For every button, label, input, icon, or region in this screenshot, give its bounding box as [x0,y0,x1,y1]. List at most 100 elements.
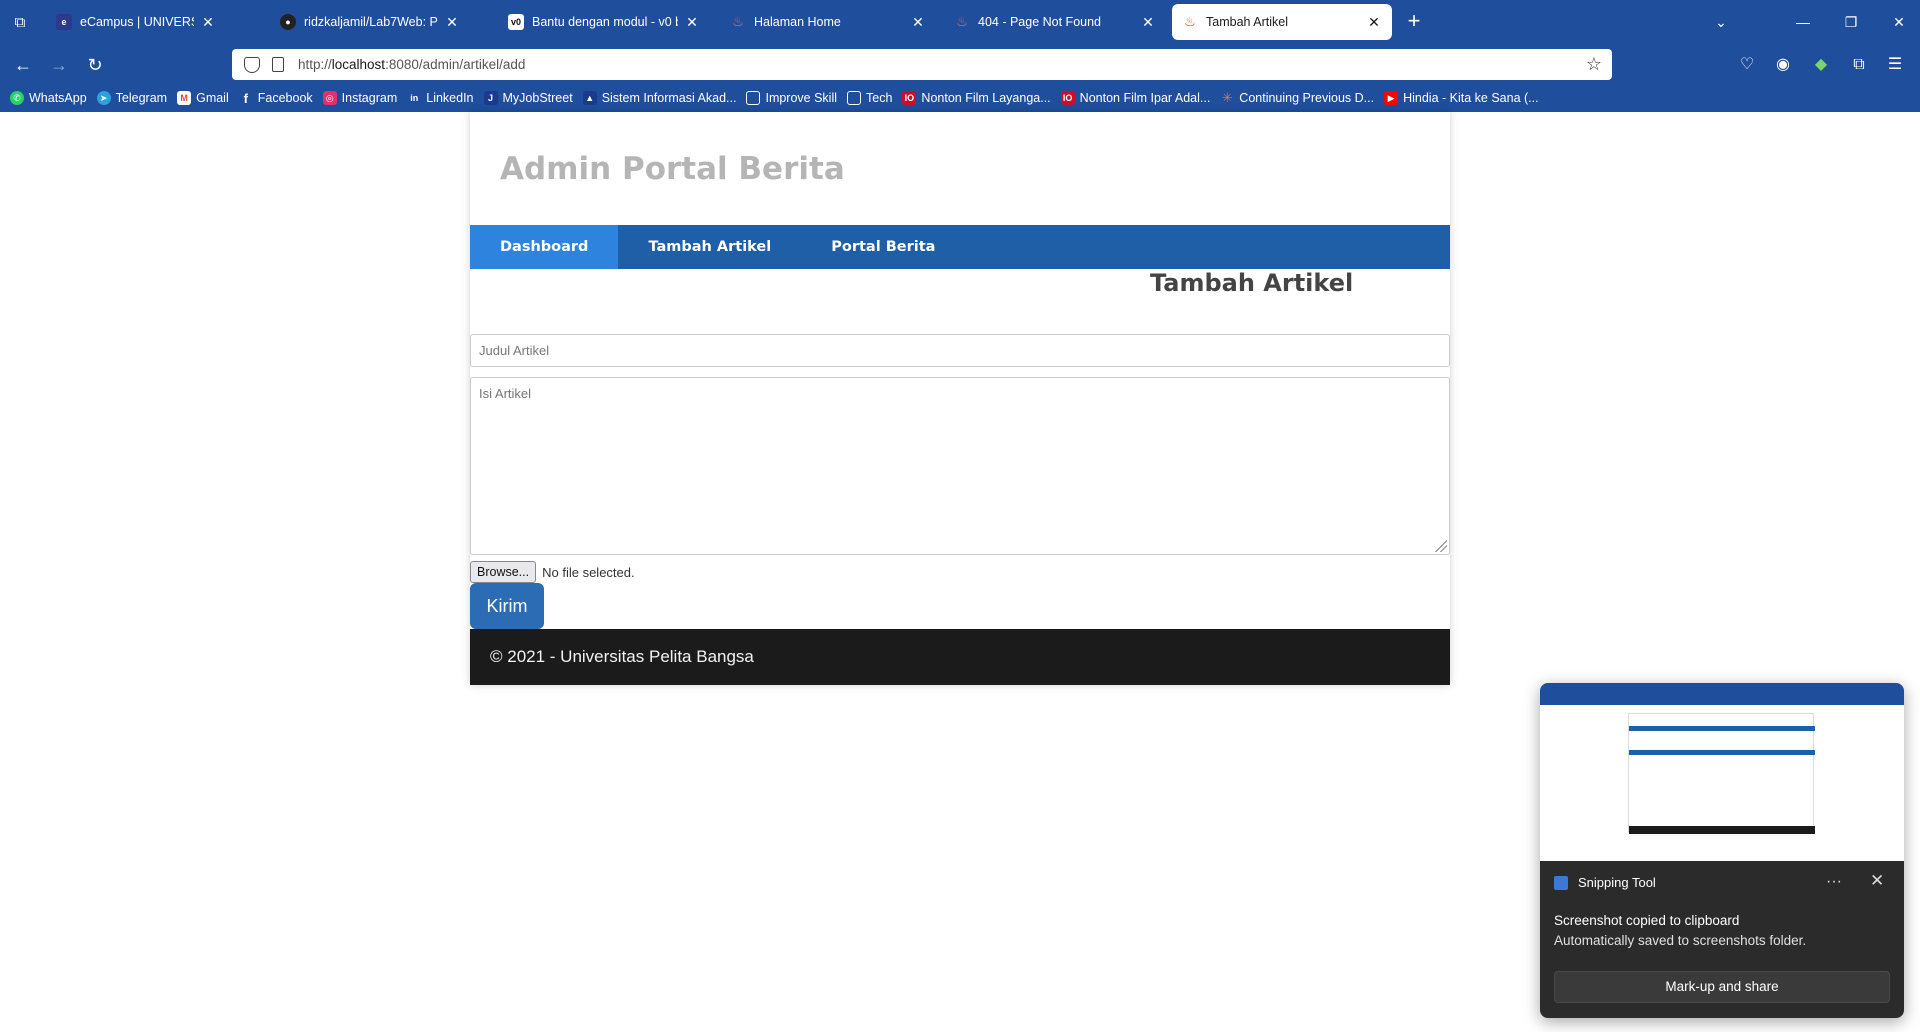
extension-globe-icon[interactable]: ◆ [1810,54,1832,76]
tab-tambah-artikel[interactable]: ♨ Tambah Artikel ✕ [1172,4,1392,40]
new-tab-button[interactable]: + [1402,10,1426,34]
minimize-icon[interactable]: — [1788,10,1818,34]
more-options-icon[interactable]: ··· [1826,873,1842,891]
bookmark-label: MyJobStreet [502,91,573,105]
bookmark-telegram[interactable]: ➤ Telegram [96,91,168,105]
bookmark-film-layangan[interactable]: IO Nonton Film Layanga... [902,91,1051,105]
menu-icon[interactable]: ☰ [1884,54,1906,76]
account-icon[interactable]: ◉ [1772,54,1794,76]
bookmark-hindia[interactable]: ▶ Hindia - Kita ke Sana (... [1384,91,1539,105]
navigation-bar: ← → ↻ http://localhost:8080/admin/artike… [0,44,1920,84]
bookmarks-bar: ✆ WhatsApp ➤ Telegram M Gmail f Facebook ◎ In… [0,84,1920,112]
extensions-icon[interactable]: ⧉ [1848,54,1870,76]
bookmark-label: Telegram [115,91,168,105]
forward-arrow-icon[interactable]: → [46,52,72,78]
nav-tambah-artikel[interactable]: Tambah Artikel [618,225,801,269]
close-tab-icon[interactable]: ✕ [200,14,216,31]
toast-app-name: Snipping Tool [1578,875,1656,890]
folder-icon [746,91,761,105]
tab-ecampus[interactable]: e eCampus | UNIVERSITAS PELITA BANGSA ✕ [46,4,226,40]
tab-bar: ⧉ e eCampus | UNIVERSITAS PELITA BANGSA … [0,0,1920,44]
url-path: :8080/admin/artikel/add [385,57,526,72]
resize-handle-icon[interactable] [1435,540,1447,552]
bookmark-film-ipar[interactable]: IO Nonton Film Ipar Adal... [1060,91,1211,105]
shield-icon [244,56,260,73]
tab-title: eCampus | UNIVERSITAS PELITA BANGSA [80,15,194,29]
thumbnail-chrome [1540,683,1904,705]
bookmark-linkedin[interactable]: in LinkedIn [407,91,473,105]
tab-github[interactable]: ● ridzkaljamil/Lab7Web: Praktikum ✕ [270,4,470,40]
close-icon[interactable]: ✕ [1870,871,1884,891]
bookmark-label: Nonton Film Layanga... [921,91,1051,105]
tab-title: Bantu dengan modul - v0 by Vercel [532,15,678,29]
bookmark-label: Hindia - Kita ke Sana (... [1403,91,1539,105]
linkedin-icon: in [410,93,419,103]
site-title: Admin Portal Berita [500,151,845,187]
site-footer: © 2021 - Universitas Pelita Bangsa [470,629,1450,685]
codeigniter-icon: ♨ [732,14,744,29]
bookmark-label: Facebook [257,91,313,105]
close-tab-icon[interactable]: ✕ [1366,14,1382,31]
film-icon: IO [1060,91,1075,105]
tab-title: 404 - Page Not Found [978,15,1101,29]
tab-v0[interactable]: v0 Bantu dengan modul - v0 by Vercel ✕ [498,4,710,40]
article-body-textarea[interactable]: Isi Artikel [470,377,1450,555]
tab-404[interactable]: ♨ 404 - Page Not Found ✕ [944,4,1166,40]
codeigniter-icon: ♨ [1184,14,1196,29]
url-host: localhost [331,57,386,72]
snipping-tool-notification[interactable]: Snipping Tool ··· ✕ Screenshot copied to… [1540,683,1904,1018]
bookmark-facebook[interactable]: f Facebook [239,91,313,106]
bookmark-label: Instagram [341,91,398,105]
close-window-icon[interactable]: ✕ [1884,10,1914,34]
toast-header: Snipping Tool [1554,875,1656,890]
telegram-icon: ➤ [96,91,111,105]
bookmark-gmail[interactable]: M Gmail [177,91,229,105]
bookmark-folder-improve-skill[interactable]: Improve Skill [746,91,837,105]
whatsapp-icon: ✆ [10,91,24,105]
back-arrow-icon[interactable]: ← [10,52,36,78]
article-title-input[interactable]: Judul Artikel [470,334,1450,367]
close-tab-icon[interactable]: ✕ [444,14,460,31]
file-status: No file selected. [542,564,635,580]
bookmark-jobstreet[interactable]: J MyJobStreet [483,91,573,105]
bookmark-instagram[interactable]: ◎ Instagram [322,91,398,105]
bookmark-continuing[interactable]: ✳ Continuing Previous D... [1220,90,1374,105]
bookmark-label: Improve Skill [765,91,838,105]
v0-icon: v0 [508,14,524,30]
bookmark-sistem-informasi[interactable]: ▲ Sistem Informasi Akad... [582,91,736,105]
nav-dashboard[interactable]: Dashboard [470,225,619,269]
bookmark-label: LinkedIn [426,91,474,105]
bookmark-whatsapp[interactable]: ✆ WhatsApp [10,91,87,105]
campus-icon: ▲ [582,91,597,105]
file-input: Browse... No file selected. [470,561,635,583]
film-icon: IO [902,91,917,105]
url-bar[interactable]: http://localhost:8080/admin/artikel/add … [232,49,1612,80]
browse-button[interactable]: Browse... [470,561,537,583]
bookmark-label: Tech [866,91,893,105]
nav-portal-berita[interactable]: Portal Berita [801,225,965,269]
tab-list-icon[interactable]: ⧉ [8,10,32,34]
pocket-icon[interactable]: ♡ [1736,54,1758,76]
bookmark-label: WhatsApp [29,91,87,105]
reload-icon[interactable]: ↻ [82,52,108,78]
close-tab-icon[interactable]: ✕ [910,14,926,31]
bookmark-label: Nonton Film Ipar Adal... [1079,91,1211,105]
snipping-tool-icon [1554,875,1568,890]
close-tab-icon[interactable]: ✕ [1140,14,1156,31]
bookmark-folder-tech[interactable]: Tech [847,91,892,105]
toast-title: Screenshot copied to clipboard [1554,913,1740,928]
screenshot-thumbnail[interactable] [1540,683,1904,861]
bookmark-star-icon[interactable]: ☆ [1586,54,1602,75]
thumbnail-nav-secondary [1629,750,1815,755]
browser-chrome: ⧉ e eCampus | UNIVERSITAS PELITA BANGSA … [0,0,1920,112]
bookmark-label: Gmail [196,91,229,105]
restore-icon[interactable]: ❐ [1836,10,1866,34]
article-body-placeholder: Isi Artikel [479,386,532,401]
tab-overflow-chevron-icon[interactable]: ⌄ [1706,10,1736,34]
thumbnail-footer [1629,826,1815,834]
close-tab-icon[interactable]: ✕ [684,14,700,31]
tab-halaman-home[interactable]: ♨ Halaman Home ✕ [720,4,936,40]
markup-share-button[interactable]: Mark-up and share [1554,971,1890,1003]
thumbnail-nav [1629,726,1815,731]
submit-button[interactable]: Kirim [470,583,544,629]
